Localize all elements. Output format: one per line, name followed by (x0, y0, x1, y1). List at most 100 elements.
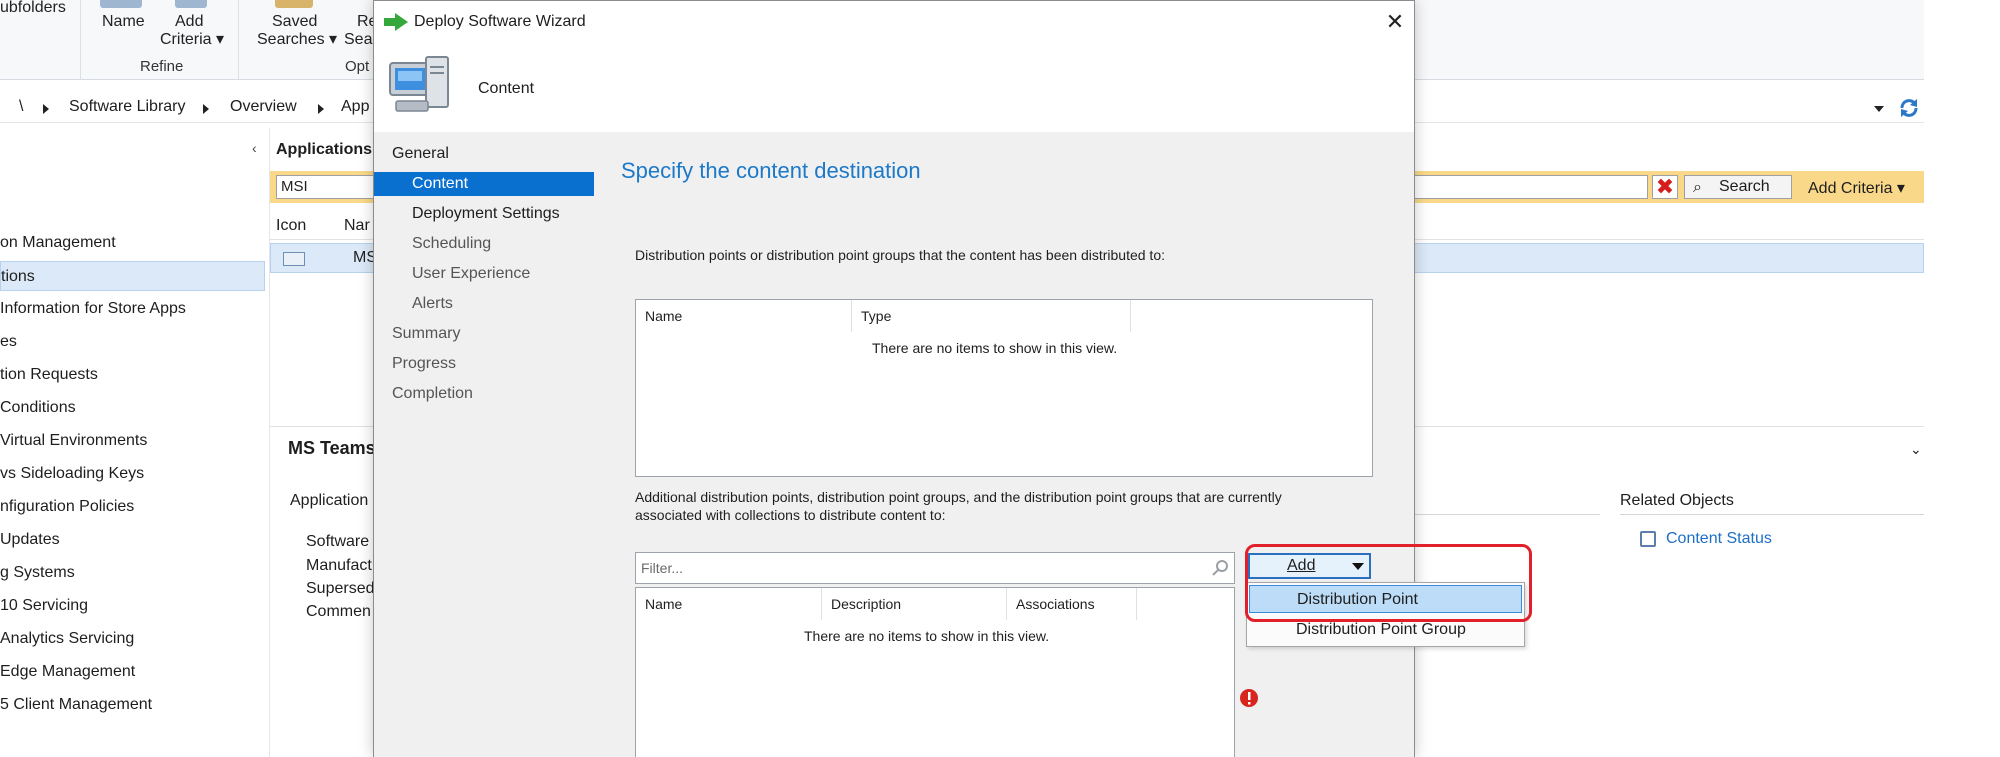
menu-item-distribution-point-group[interactable]: Distribution Point Group (1249, 616, 1522, 644)
name-button[interactable]: Name (102, 12, 145, 31)
ribbon-separator (80, 0, 81, 80)
step-summary: Summary (392, 325, 461, 342)
saved-searches-icon (275, 0, 313, 8)
magnifier-icon: ⌕ (1693, 179, 1702, 196)
add-criteria-icon (175, 0, 207, 8)
step-alerts: Alerts (412, 295, 453, 312)
step-progress: Progress (392, 355, 457, 372)
add-menu: Distribution Point Distribution Point Gr… (1246, 582, 1525, 647)
saved-searches-button-line1[interactable]: Saved (272, 12, 317, 31)
column-header-description[interactable]: Description (822, 588, 1007, 620)
refresh-icon[interactable] (1898, 97, 1920, 119)
column-header-type[interactable]: Type (852, 300, 1131, 332)
nav-item-applications[interactable]: tions (0, 261, 265, 291)
name-icon (100, 0, 142, 8)
additional-label-line1: Additional distribution points, distribu… (635, 489, 1282, 505)
nav-item-sideloading-keys[interactable]: vs Sideloading Keys (0, 459, 144, 489)
column-header-name[interactable]: Name (636, 588, 822, 620)
nav-item-virtual-environments[interactable]: Virtual Environments (0, 426, 147, 456)
breadcrumb-arrow-icon[interactable] (43, 104, 49, 114)
empty-message: There are no items to show in this view. (872, 340, 1118, 356)
breadcrumb-arrow-icon[interactable] (318, 104, 324, 114)
breadcrumb-root[interactable]: \ (19, 98, 23, 116)
list-title: Applications (276, 141, 373, 158)
error-icon (1240, 689, 1258, 707)
nav-item-application-requests[interactable]: tion Requests (0, 360, 98, 390)
nav-item-store-apps-info[interactable]: Information for Store Apps (0, 294, 186, 324)
close-icon[interactable]: ✕ (1382, 9, 1408, 35)
nav-item-windows-10-servicing[interactable]: 10 Servicing (0, 591, 88, 621)
address-dropdown-icon[interactable] (1874, 106, 1884, 112)
details-section-label: Application (290, 492, 369, 509)
wizard-title: Deploy Software Wizard (414, 13, 586, 30)
breadcrumb-applications[interactable]: App (341, 98, 369, 116)
breadcrumb-arrow-icon[interactable] (203, 104, 209, 114)
content-status-link[interactable]: Content Status (1666, 530, 1772, 548)
add-button[interactable]: Add (1248, 553, 1371, 579)
computer-icon (389, 56, 449, 112)
additional-label-line2: associated with collections to distribut… (635, 507, 946, 523)
nav-item-operating-systems[interactable]: g Systems (0, 558, 75, 588)
add-criteria-button-line2[interactable]: Criteria ▾ (160, 30, 224, 49)
details-field-comments: Commen (306, 603, 371, 620)
search-icon (1212, 560, 1228, 576)
filter-input[interactable] (635, 552, 1235, 584)
add-button-label: Add (1287, 557, 1316, 574)
distributed-list[interactable]: Name Type There are no items to show in … (635, 299, 1373, 477)
search-button[interactable]: ⌕ Search (1684, 175, 1792, 199)
page-heading: Specify the content destination (621, 158, 921, 183)
recent-searches-button-line2[interactable]: Sea (344, 30, 372, 49)
breadcrumb-overview[interactable]: Overview (230, 98, 297, 116)
additional-list[interactable]: Name Description Associations There are … (635, 587, 1235, 757)
collapse-pane-icon[interactable]: ‹ (252, 140, 257, 156)
wizard-steps: General Content Deployment Settings Sche… (374, 132, 594, 757)
refine-group-label: Refine (140, 58, 184, 75)
empty-message: There are no items to show in this view. (804, 628, 1050, 644)
divider (1620, 514, 1924, 515)
clear-search-icon[interactable]: ✖ (1652, 175, 1678, 199)
step-content: Content (374, 172, 594, 196)
screen: ubfolders Name Add Criteria ▾ Refine Sav… (0, 0, 2000, 757)
menu-item-distribution-point[interactable]: Distribution Point (1249, 585, 1522, 613)
breadcrumb-software-library[interactable]: Software Library (69, 98, 186, 116)
wizard-header: Content (374, 47, 1414, 132)
nav-item-updates[interactable]: Updates (0, 525, 60, 555)
content-status-icon (1640, 531, 1656, 547)
details-field-manufacturer: Manufact (306, 557, 372, 574)
step-user-experience: User Experience (412, 265, 531, 282)
nav-item-global-conditions[interactable]: Conditions (0, 393, 76, 423)
options-group-label: Opt (345, 58, 370, 75)
navigation-pane: ‹ on Management tions Information for St… (0, 128, 270, 757)
distributed-label: Distribution points or distribution poin… (635, 247, 1165, 263)
add-criteria-button-line1[interactable]: Add (175, 12, 203, 31)
details-field-superseded: Supersed (306, 580, 375, 597)
ribbon-separator (238, 0, 239, 80)
nav-item-edge-management[interactable]: Edge Management (0, 657, 135, 687)
wizard-body: Specify the content destination Distribu… (594, 132, 1414, 757)
column-header-icon[interactable]: Icon (276, 217, 306, 235)
subfolders-label: ubfolders (0, 0, 66, 16)
green-arrow-icon (384, 13, 408, 31)
details-title: MS Teams (288, 438, 376, 458)
add-criteria-link[interactable]: Add Criteria ▾ (1808, 178, 1905, 198)
column-header-name[interactable]: Nar (344, 217, 370, 235)
saved-searches-button-line2[interactable]: Searches ▾ (257, 30, 337, 49)
application-icon (283, 252, 305, 266)
step-scheduling: Scheduling (412, 235, 492, 252)
related-objects-label: Related Objects (1620, 492, 1734, 509)
chevron-down-icon (1352, 563, 1364, 570)
details-field-software: Software (306, 533, 370, 550)
step-completion: Completion (392, 385, 473, 402)
nav-item-licenses[interactable]: es (0, 327, 17, 357)
column-header-associations[interactable]: Associations (1007, 588, 1137, 620)
nav-item-configuration-policies[interactable]: nfiguration Policies (0, 492, 134, 522)
wizard-subtitle: Content (478, 80, 535, 97)
column-header-name[interactable]: Name (636, 300, 852, 332)
chevron-down-icon[interactable]: ⌄ (1910, 441, 1922, 458)
nav-item-client-management[interactable]: 5 Client Management (0, 690, 152, 720)
nav-item-application-management[interactable]: on Management (0, 228, 116, 258)
search-button-label: Search (1719, 178, 1770, 195)
nav-item-analytics-servicing[interactable]: Analytics Servicing (0, 624, 134, 654)
step-general: General (392, 145, 449, 162)
step-deployment-settings: Deployment Settings (412, 205, 560, 222)
